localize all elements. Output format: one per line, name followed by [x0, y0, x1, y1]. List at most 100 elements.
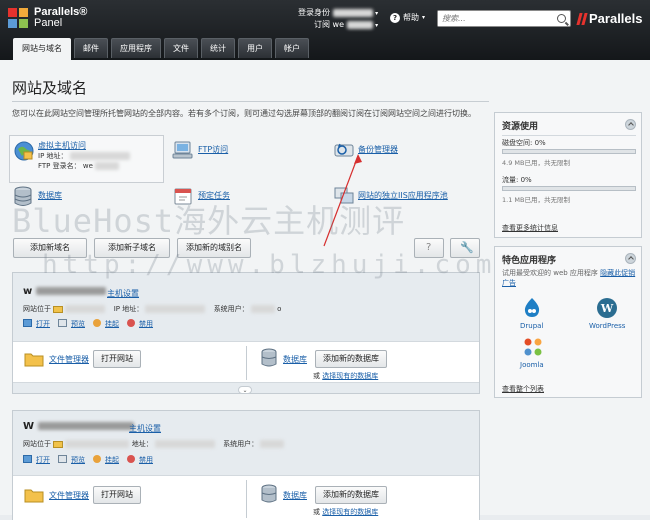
iis-app-pool-link[interactable]: 网站的独立IIS应用程序池 [358, 190, 448, 201]
tab-files[interactable]: 文件 [164, 38, 198, 58]
site1-location-label: 网站位于 [23, 305, 51, 313]
more-stats-link[interactable]: 查看更多统计信息 [502, 223, 558, 233]
view-all-apps-link[interactable]: 查看整个列表 [502, 384, 544, 394]
site2-name[interactable]: W [23, 421, 34, 432]
site1-tools-area: 文件管理器 打开网站 数据库 添加新的数据库 或 选择现有的数据库 [13, 341, 479, 383]
ip-label: IP 地址： [38, 152, 68, 160]
site2-suspend-icon [93, 455, 101, 463]
question-icon: ? [426, 242, 432, 253]
site2-sysuser-blurred [260, 440, 285, 448]
site2-open-link[interactable]: 打开 [36, 455, 50, 465]
wordpress-label[interactable]: WordPress [589, 322, 625, 330]
ip-blurred [69, 152, 130, 160]
site2-sysuser-label: 系统用户： [223, 440, 259, 448]
site2-add-database-button[interactable]: 添加新的数据库 [315, 486, 387, 504]
site2-ip-blurred [154, 440, 215, 448]
scheduled-tasks-link[interactable]: 预定任务 [198, 190, 230, 201]
site1-folder-icon [53, 305, 64, 313]
site1-path-blurred [65, 305, 106, 313]
featured-apps-desc: 试用最受欢迎的 web 应用程序 [502, 269, 598, 277]
resource-usage-panel: 资源使用 磁盘空间: 0% 4.9 MB已用，共无限制 流量: 0% 1.1 M… [494, 112, 642, 238]
site1-preview-link[interactable]: 预览 [71, 319, 85, 329]
subscription-value[interactable]: we [333, 20, 344, 29]
svg-text:W: W [600, 302, 614, 315]
site1-ip-label: IP 地址： [113, 305, 144, 313]
site1-database-link[interactable]: 数据库 [283, 354, 307, 365]
site1-host-settings-link[interactable]: 主机设置 [107, 288, 139, 299]
parallels-brand: Parallels [576, 11, 643, 26]
site1-suspend-link[interactable]: 挂起 [105, 319, 119, 329]
site2-preview-link[interactable]: 预览 [71, 455, 85, 465]
joomla-icon[interactable] [523, 337, 543, 357]
add-domain-alias-button[interactable]: 添加新的域别名 [177, 238, 251, 258]
site1-open-icon [23, 319, 32, 327]
site1-disable-icon [127, 319, 135, 327]
site2-disable-link[interactable]: 禁用 [139, 455, 153, 465]
help-button[interactable]: ? [414, 238, 444, 258]
joomla-label[interactable]: Joomla [520, 361, 544, 369]
logo-line2: Panel [34, 17, 63, 29]
search-input[interactable] [438, 11, 550, 26]
tools-button[interactable]: 🔧 [450, 238, 480, 258]
title-divider [12, 101, 489, 102]
site1-select-existing-db-link[interactable]: 选择现有的数据库 [322, 372, 378, 380]
tab-statistics[interactable]: 统计 [201, 38, 235, 58]
site1-expand-chevron-icon[interactable]: ⌄ [238, 386, 252, 394]
site1-open-site-button[interactable]: 打开网站 [93, 350, 141, 368]
drupal-label[interactable]: Drupal [520, 322, 543, 330]
ftp-access-link[interactable]: FTP访问 [198, 144, 228, 155]
user-menu-chevron-icon[interactable]: ▾ [375, 10, 378, 17]
site2-location-label: 网站位于 [23, 440, 51, 448]
virtual-host-box: 虚拟主机访问 IP 地址： FTP 登录名： we [9, 135, 164, 183]
site1-tools-divider [246, 346, 247, 380]
tab-account[interactable]: 帐户 [275, 38, 309, 58]
login-user-blurred [332, 8, 373, 17]
tab-mail[interactable]: 邮件 [74, 38, 108, 58]
virtual-host-link[interactable]: 虚拟主机访问 [38, 140, 86, 151]
site2-file-manager-link[interactable]: 文件管理器 [49, 490, 89, 501]
parallels-bars-icon [576, 12, 588, 25]
tab-applications[interactable]: 应用程序 [111, 38, 161, 58]
search-box[interactable] [437, 10, 571, 27]
wrench-icon: 🔧 [460, 241, 474, 254]
site2-preview-icon [58, 455, 67, 463]
login-label: 登录身份 [298, 8, 330, 17]
wordpress-icon[interactable]: W [596, 297, 618, 319]
help-menu[interactable]: ? 帮助 ▾ [390, 12, 425, 23]
site2-suspend-link[interactable]: 挂起 [105, 455, 119, 465]
resource-collapse-icon[interactable] [625, 119, 636, 130]
site1-file-manager-link[interactable]: 文件管理器 [49, 354, 89, 365]
ftp-computer-icon [172, 141, 193, 159]
site2-tools-area: 文件管理器 打开网站 数据库 添加新的数据库 或 选择现有的数据库 [13, 475, 479, 520]
featured-apps-title: 特色应用程序 [502, 256, 557, 266]
drupal-icon[interactable] [523, 297, 541, 319]
site1-open-link[interactable]: 打开 [36, 319, 50, 329]
subscription-chevron-icon[interactable]: ▾ [375, 22, 378, 29]
site2-database-link[interactable]: 数据库 [283, 490, 307, 501]
site2-open-site-button[interactable]: 打开网站 [93, 486, 141, 504]
site2-host-settings-link[interactable]: 主机设置 [129, 423, 161, 434]
database-link[interactable]: 数据库 [38, 190, 62, 201]
site2-file-manager-icon [24, 489, 44, 503]
page-title: 网站及域名 [12, 79, 88, 97]
add-subdomain-button[interactable]: 添加新子域名 [94, 238, 170, 258]
annotation-arrow [323, 154, 362, 247]
site1-database-icon [261, 348, 277, 367]
disk-usage-bar [502, 149, 636, 154]
site2-database-icon [261, 484, 277, 503]
site1-add-database-button[interactable]: 添加新的数据库 [315, 350, 387, 368]
traffic-bar [502, 186, 636, 191]
add-domain-button[interactable]: 添加新域名 [13, 238, 87, 258]
tab-websites-domains[interactable]: 网站与域名 [13, 38, 71, 60]
site1-disable-link[interactable]: 禁用 [139, 319, 153, 329]
site1-sysuser-blurred [250, 305, 275, 313]
site1-file-manager-icon [24, 353, 44, 367]
tab-users[interactable]: 用户 [238, 38, 272, 58]
search-icon[interactable] [557, 14, 566, 23]
site1-name[interactable]: w [23, 286, 32, 297]
site1-or-label: 或 [313, 372, 320, 380]
site2-name-blurred [37, 422, 134, 430]
panel-logo[interactable]: Parallels® Panel [8, 7, 87, 29]
brand-text: Parallels [589, 11, 643, 26]
apps-collapse-icon[interactable] [625, 253, 636, 264]
